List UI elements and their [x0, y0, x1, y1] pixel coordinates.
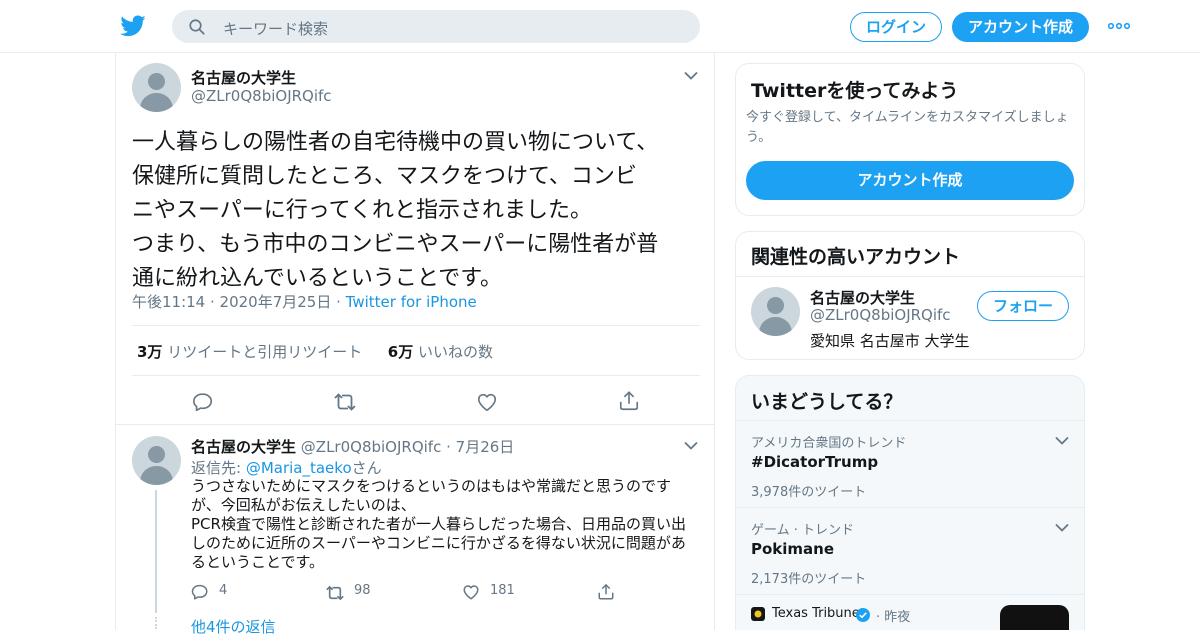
follow-button[interactable]: フォロー [977, 291, 1069, 321]
chevron-down-icon[interactable] [684, 71, 698, 80]
reply-icon[interactable] [192, 391, 214, 413]
reply-header[interactable]: 名古屋の大学生 @ZLr0Q8biOJRQifc · 7月26日 [191, 436, 514, 457]
chevron-down-icon[interactable] [1055, 436, 1069, 445]
reply-count: 4 [219, 583, 228, 598]
trend-item[interactable]: ゲーム · トレンド Pokimane 2,173件のツイート [736, 507, 1084, 594]
related-account-name[interactable]: 名古屋の大学生 [810, 287, 915, 308]
signup-card-subtitle: 今すぐ登録して、タイムラインをカスタマイズしましょ う。 [746, 110, 1069, 145]
divider [736, 276, 1084, 277]
chevron-down-icon[interactable] [684, 441, 698, 450]
trend-count: 3,978件のツイート [751, 485, 867, 500]
reply-to-user-link[interactable]: @Maria_taeko [246, 459, 352, 477]
trend-name[interactable]: Pokimane [751, 540, 834, 558]
news-thumbnail[interactable] [1000, 605, 1069, 630]
divider [132, 375, 700, 376]
more-dots-icon[interactable] [1107, 20, 1131, 32]
like-count: 181 [490, 583, 515, 598]
trend-name[interactable]: #DicatorTrump [751, 453, 878, 471]
show-more-replies-link[interactable]: 他4件の返信 [191, 616, 276, 637]
thread-line [155, 490, 157, 613]
news-source[interactable]: Texas Tribune [772, 606, 860, 621]
signup-card-button[interactable]: アカウント作成 [746, 161, 1074, 200]
twitter-bird-icon[interactable] [120, 13, 146, 39]
retweet-icon[interactable] [325, 584, 345, 602]
news-source-logo [751, 607, 765, 621]
related-account-handle[interactable]: @ZLr0Q8biOJRQifc [810, 306, 951, 324]
avatar[interactable] [751, 287, 800, 336]
verified-badge-icon [856, 608, 870, 622]
divider [116, 424, 714, 425]
trends-title: いまどうしてる？ [751, 391, 903, 413]
related-accounts-title: 関連性の高いアカウント [751, 246, 961, 268]
top-bar: キーワード検索 ログイン アカウント作成 [0, 0, 1200, 53]
thread-dots [155, 617, 157, 629]
trend-context: ゲーム · トレンド [751, 523, 855, 538]
like-heart-icon[interactable] [462, 583, 480, 601]
trend-count: 2,173件のツイート [751, 572, 867, 587]
trend-context: アメリカ合衆国のトレンド [751, 436, 907, 451]
tweet-timestamp[interactable]: 午後11:14 · 2020年7月25日 · Twitter for iPhon… [132, 291, 477, 312]
signup-button[interactable]: アカウント作成 [952, 12, 1089, 42]
share-icon[interactable] [618, 390, 640, 412]
trend-item[interactable]: アメリカ合衆国のトレンド #DicatorTrump 3,978件のツイート [736, 420, 1084, 507]
signup-card: Twitterを使ってみよう 今すぐ登録して、タイムラインをカスタマイズしましょ… [735, 63, 1085, 216]
search-placeholder: キーワード検索 [223, 20, 329, 38]
timeline-column: 名古屋の大学生 @ZLr0Q8biOJRQifc 一人暮らしの陽性者の自宅待機中… [115, 53, 715, 636]
avatar[interactable] [132, 63, 181, 112]
related-accounts-card: 関連性の高いアカウント 名古屋の大学生 @ZLr0Q8biOJRQifc 愛知県… [735, 231, 1085, 360]
news-time: 昨夜 [884, 610, 911, 625]
trends-card: いまどうしてる？ アメリカ合衆国のトレンド #DicatorTrump 3,97… [735, 375, 1085, 630]
tweet-author-name[interactable]: 名古屋の大学生 [191, 67, 296, 88]
retweet-count: 98 [354, 583, 371, 598]
retweet-icon[interactable] [333, 391, 357, 413]
tweet-source[interactable]: Twitter for iPhone [346, 293, 477, 311]
tweet-author-handle[interactable]: @ZLr0Q8biOJRQifc [191, 87, 332, 105]
related-account-bio: 愛知県 名古屋市 大学生 [810, 332, 970, 350]
tweet-text: 一人暮らしの陽性者の自宅待機中の買い物について、 保健所に質問したところ、マスク… [132, 130, 659, 291]
chevron-down-icon[interactable] [1055, 523, 1069, 532]
avatar[interactable] [132, 436, 181, 485]
search-icon [189, 19, 205, 35]
share-icon[interactable] [597, 583, 615, 601]
reply-icon[interactable] [191, 583, 209, 601]
reply-to: 返信先: @Maria_taekoさん [191, 459, 382, 477]
reply-text: うつさないためにマスクをつけるというのはもはや常識だと思うのです が、今回私がお… [191, 477, 686, 571]
divider [132, 325, 700, 326]
login-button[interactable]: ログイン [850, 12, 942, 42]
signup-card-title: Twitterを使ってみよう [751, 80, 959, 102]
search-input[interactable]: キーワード検索 [172, 10, 700, 43]
tweet-stats[interactable]: 3万 リツイートと引用リツイート 6万 いいねの数 [137, 341, 493, 362]
like-heart-icon[interactable] [476, 391, 498, 413]
